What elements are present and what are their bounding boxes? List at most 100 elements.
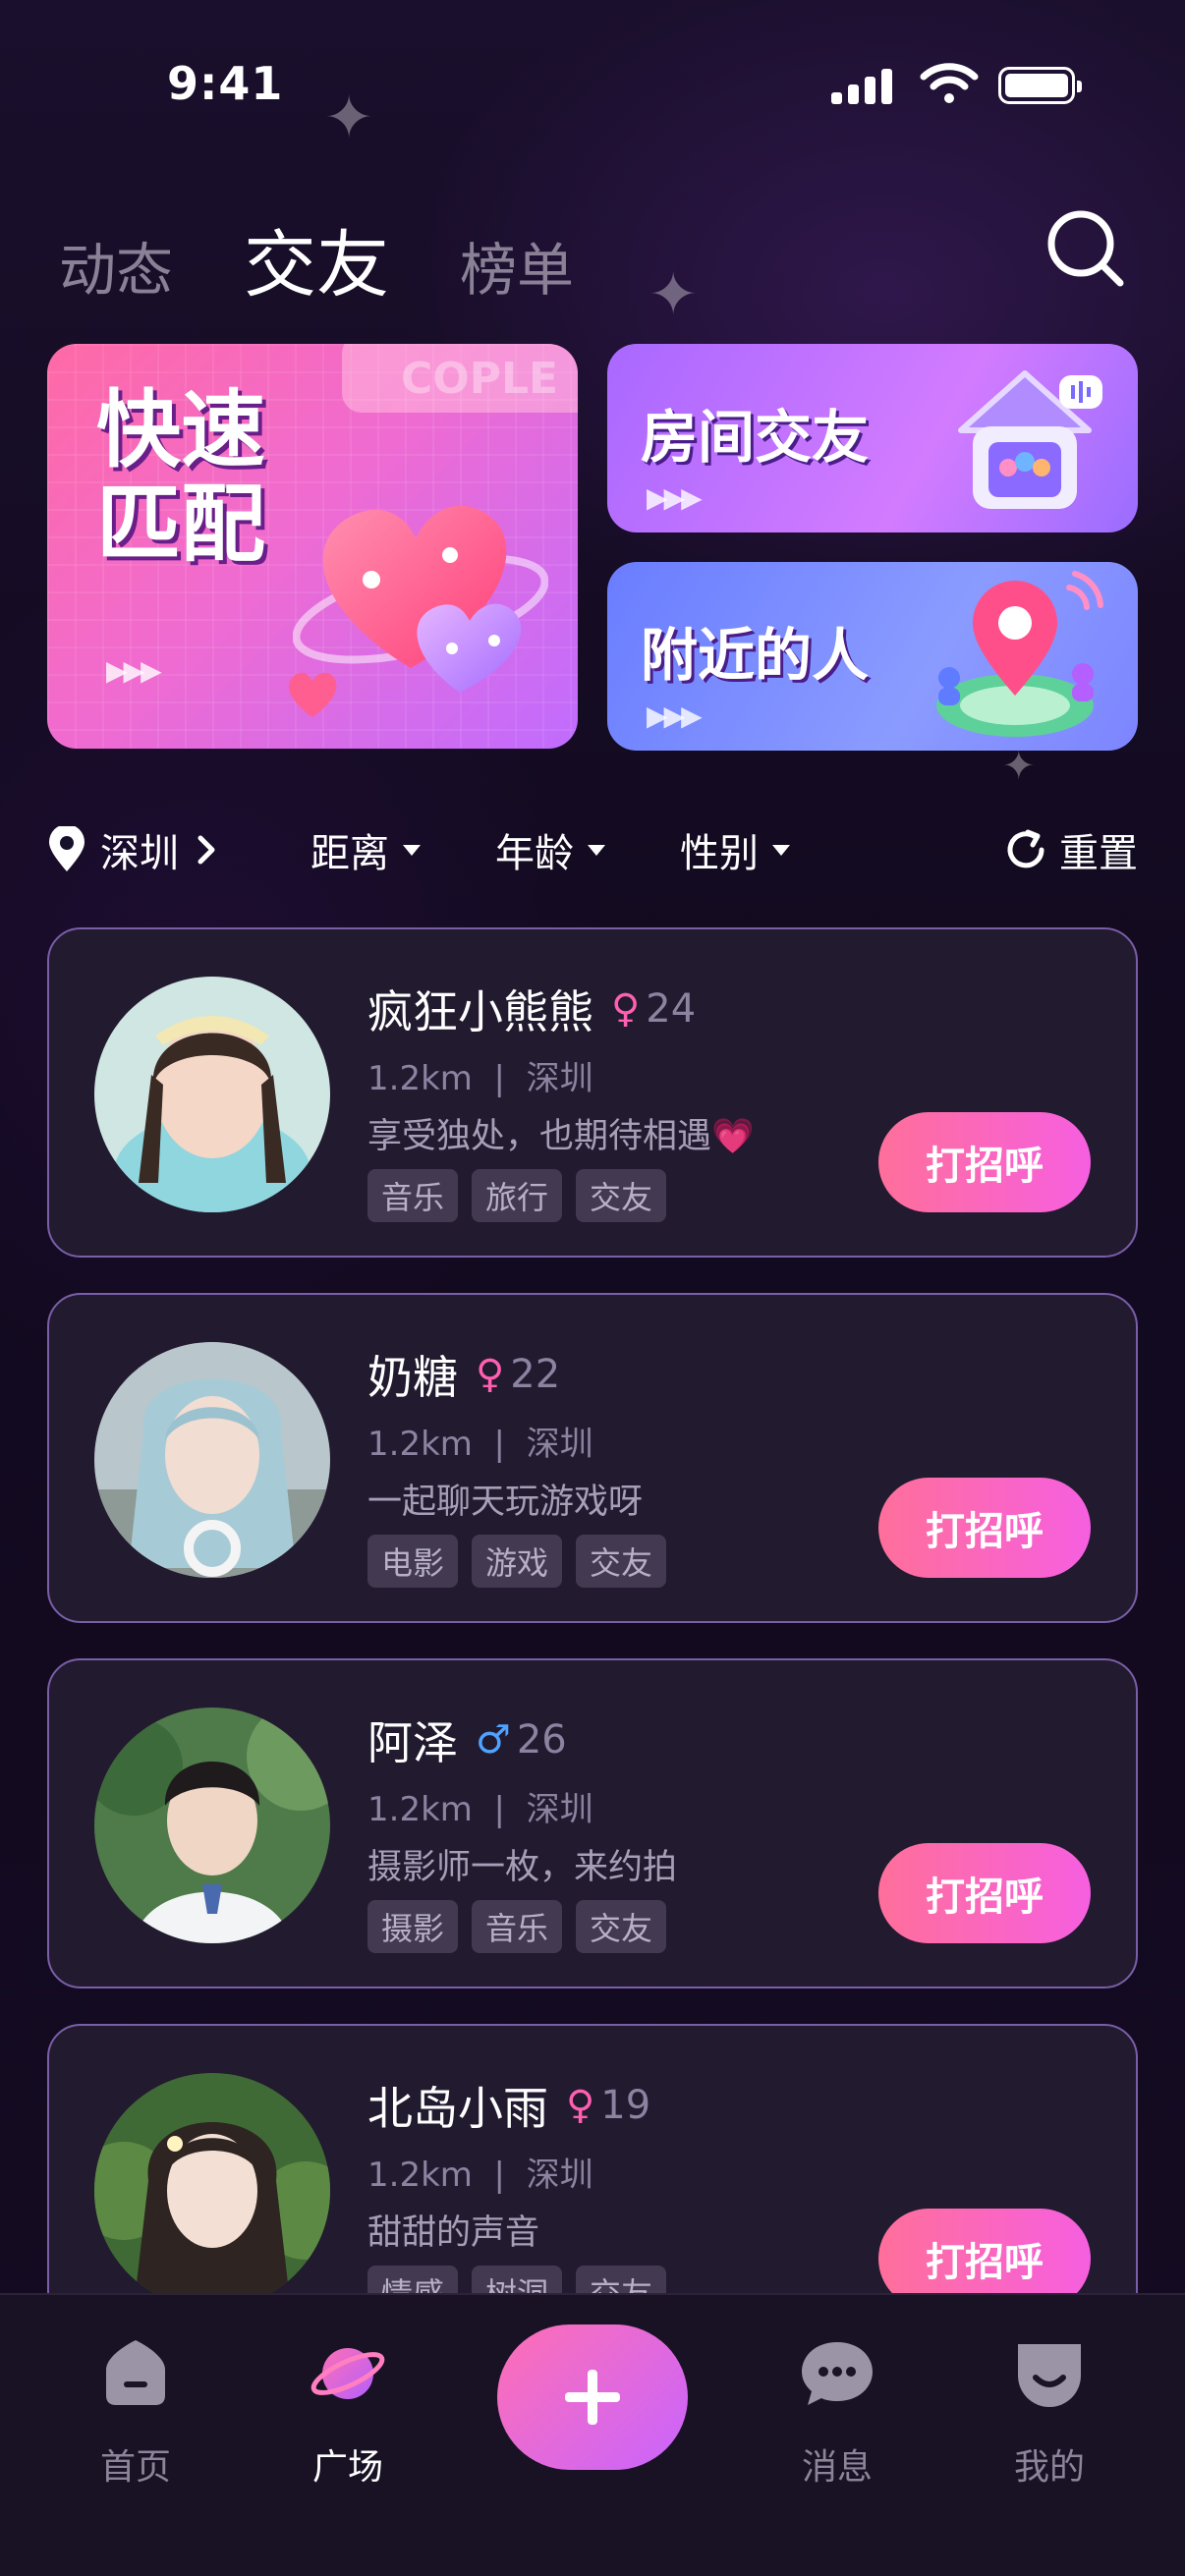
tag: 电影 (367, 1535, 459, 1588)
distance-filter-label: 距离 (310, 831, 389, 876)
tag: 交友 (576, 2266, 667, 2293)
user-photo (94, 977, 330, 1212)
tag: 交友 (576, 1900, 667, 1953)
location-pin-icon (49, 826, 85, 871)
cellular-signal-icon (831, 65, 894, 104)
caret-down-icon (588, 844, 605, 856)
tag: 树洞 (472, 2266, 563, 2293)
user-tags: 情感 树洞 交友 (367, 2266, 667, 2293)
reset-filter-button[interactable]: 重置 (1004, 821, 1138, 878)
gender-age-badge: ♀ 19 (566, 2083, 651, 2128)
status-bar: 9:41 (0, 0, 1185, 147)
filter-bar: 深圳 距离 年龄 性别 重置 (47, 815, 1138, 884)
bottom-navigation: 首页 广场 消息 我的 (0, 2293, 1185, 2576)
battery-icon (998, 67, 1082, 104)
user-name: 北岛小雨 ♀ 19 (367, 2082, 651, 2135)
banner-watermark: COPLE (401, 354, 559, 404)
gender-age-badge: ♂ 26 (476, 1717, 567, 1763)
tag: 游戏 (472, 1535, 563, 1588)
quick-match-title: 快速 匹配 (96, 381, 265, 575)
user-card[interactable]: 北岛小雨 ♀ 19 1.2km | 深圳 甜甜的声音 情感 树洞 交友 打招呼 (47, 2024, 1138, 2293)
user-distance-location: 1.2km | 深圳 (367, 1059, 593, 1098)
room-friends-banner[interactable]: 房间交友 ▶▶▶ (607, 344, 1138, 532)
nearby-people-title: 附近的人 (641, 622, 870, 689)
user-distance-location: 1.2km | 深圳 (367, 1425, 593, 1464)
user-card[interactable]: 疯狂小熊熊 ♀ 24 1.2km | 深圳 享受独处，也期待相遇💗 音乐 旅行 … (47, 927, 1138, 1258)
user-tags: 音乐 旅行 交友 (367, 1169, 667, 1222)
gender-age-badge: ♀ 22 (476, 1352, 561, 1397)
nav-label: 消息 (801, 2447, 873, 2488)
arrows-icon: ▶▶▶ (647, 481, 703, 514)
tag: 音乐 (472, 1900, 563, 1953)
quick-match-banner[interactable]: COPLE 快速 匹配 ▶▶▶ (47, 344, 578, 749)
tag: 音乐 (367, 1169, 459, 1222)
tab-rankings[interactable]: 榜单 (460, 224, 574, 307)
user-bio: 一起聊天玩游戏呀 (367, 1483, 644, 1522)
user-distance-location: 1.2km | 深圳 (367, 2156, 593, 2195)
user-photo (94, 2073, 330, 2293)
avatar[interactable] (94, 977, 330, 1212)
nav-square[interactable]: 广场 (279, 2334, 417, 2490)
user-photo (94, 1708, 330, 1943)
home-icon (106, 2340, 165, 2405)
user-card[interactable]: 阿泽 ♂ 26 1.2km | 深圳 摄影师一枚，来约拍 摄影 音乐 交友 打招… (47, 1658, 1138, 1988)
nav-label: 广场 (311, 2447, 383, 2488)
tag: 交友 (576, 1169, 667, 1222)
top-tab-bar: 动态 交友 榜单 (59, 206, 574, 311)
sparkle-decoration: ✦ (649, 260, 699, 329)
nav-messages[interactable]: 消息 (768, 2334, 906, 2490)
gender-filter-label: 性别 (680, 831, 759, 876)
nav-label: 我的 (1013, 2447, 1085, 2488)
gender-age-badge: ♀ 24 (611, 986, 697, 1032)
chevron-right-icon (198, 835, 215, 865)
tag: 情感 (367, 2266, 459, 2293)
avatar[interactable] (94, 1708, 330, 1943)
tag: 交友 (576, 1535, 667, 1588)
user-card[interactable]: 奶糖 ♀ 22 1.2km | 深圳 一起聊天玩游戏呀 电影 游戏 交友 打招呼 (47, 1293, 1138, 1623)
reset-label: 重置 (1059, 831, 1138, 876)
tab-make-friends[interactable]: 交友 (244, 206, 389, 311)
create-post-button[interactable] (497, 2324, 688, 2470)
female-icon: ♀ (476, 1352, 505, 1397)
chat-bubble-icon (802, 2342, 873, 2405)
caret-down-icon (403, 844, 421, 856)
nav-home[interactable]: 首页 (67, 2334, 204, 2490)
heart-characters-icon (293, 505, 548, 693)
plus-icon (565, 2370, 620, 2425)
user-bio: 享受独处，也期待相遇💗 (367, 1117, 755, 1156)
smile-face-icon (1018, 2344, 1081, 2407)
say-hi-button[interactable]: 打招呼 (878, 1478, 1091, 1578)
gender-filter[interactable]: 性别 (680, 821, 790, 878)
nav-profile[interactable]: 我的 (981, 2334, 1118, 2490)
tag: 旅行 (472, 1169, 563, 1222)
status-time: 9:41 (167, 57, 284, 110)
nearby-people-banner[interactable]: 附近的人 ▶▶▶ (607, 562, 1138, 751)
male-icon: ♂ (476, 1717, 511, 1763)
planet-icon (310, 2348, 385, 2399)
tab-dynamics[interactable]: 动态 (59, 224, 173, 307)
sparkle-decoration: ✦ (1002, 744, 1036, 789)
user-tags: 电影 游戏 交友 (367, 1535, 667, 1588)
avatar[interactable] (94, 2073, 330, 2293)
map-pin-icon (936, 571, 1103, 737)
say-hi-button[interactable]: 打招呼 (878, 2209, 1091, 2293)
location-filter[interactable]: 深圳 (47, 821, 283, 878)
user-name: 阿泽 ♂ 26 (367, 1716, 567, 1769)
user-bio: 摄影师一枚，来约拍 (367, 1848, 678, 1887)
say-hi-button[interactable]: 打招呼 (878, 1112, 1091, 1212)
age-filter[interactable]: 年龄 (495, 821, 605, 878)
distance-filter[interactable]: 距离 (310, 821, 421, 878)
location-label: 深圳 (100, 831, 179, 876)
user-bio: 甜甜的声音 (367, 2213, 540, 2253)
small-heart-icon (289, 672, 337, 717)
say-hi-button[interactable]: 打招呼 (878, 1843, 1091, 1943)
user-name: 疯狂小熊熊 ♀ 24 (367, 985, 697, 1038)
user-distance-location: 1.2km | 深圳 (367, 1790, 593, 1829)
room-friends-title: 房间交友 (641, 404, 870, 471)
tag: 摄影 (367, 1900, 459, 1953)
search-icon[interactable] (1044, 206, 1126, 289)
house-room-icon (958, 370, 1102, 509)
avatar[interactable] (94, 1342, 330, 1578)
user-list: 疯狂小熊熊 ♀ 24 1.2km | 深圳 享受独处，也期待相遇💗 音乐 旅行 … (47, 927, 1138, 2293)
female-icon: ♀ (566, 2083, 595, 2128)
